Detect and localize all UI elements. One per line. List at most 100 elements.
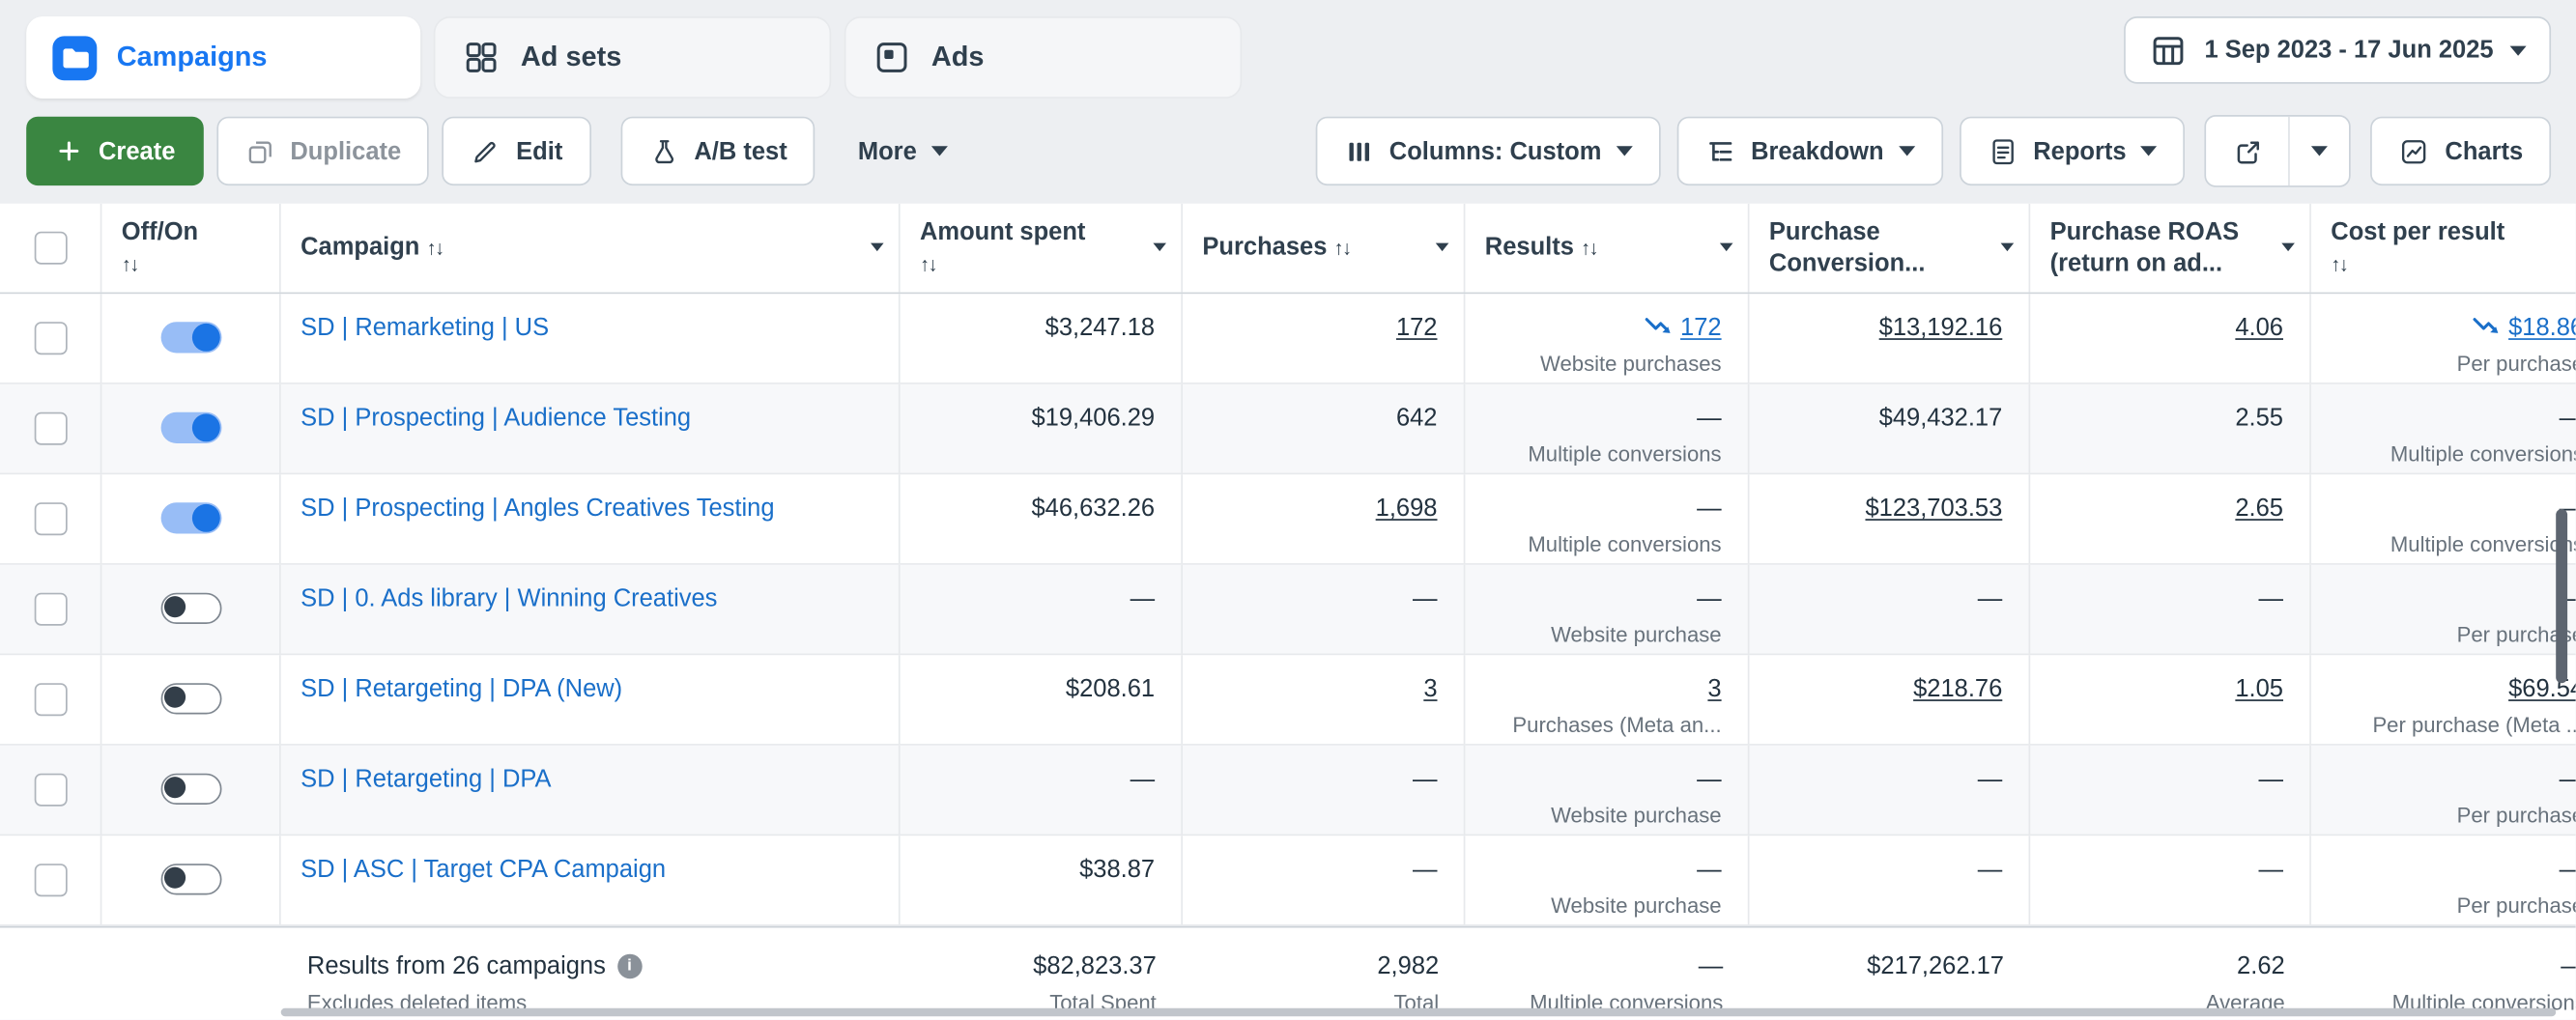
reports-button[interactable]: Reports xyxy=(1959,116,2186,186)
chevron-down-icon xyxy=(1898,146,1915,156)
header-amount-spent[interactable]: Amount spent ↑↓ xyxy=(901,203,1183,293)
results-type-label: Website purchase xyxy=(1551,622,1722,647)
cost-per-result-value: — xyxy=(2311,490,2576,527)
campaign-toggle[interactable] xyxy=(159,322,221,354)
info-icon[interactable]: i xyxy=(616,953,643,979)
export-menu-button[interactable] xyxy=(2291,117,2350,185)
header-results[interactable]: Results ↑↓ xyxy=(1465,203,1750,293)
chevron-down-icon[interactable] xyxy=(1435,242,1449,252)
columns-button[interactable]: Columns: Custom xyxy=(1315,116,1661,186)
charts-icon xyxy=(2402,139,2427,163)
toggle-knob xyxy=(191,503,219,532)
chevron-down-icon xyxy=(931,146,949,156)
roas-value[interactable]: 4.06 xyxy=(2235,314,2283,342)
purchase-conversion-value[interactable]: $13,192.16 xyxy=(1879,314,2003,342)
header-off-on[interactable]: Off/On ↑↓ xyxy=(101,203,281,293)
ads-icon xyxy=(876,42,907,72)
cost-per-result-value[interactable]: $18.86 xyxy=(2508,314,2576,342)
amount-spent-value: — xyxy=(1130,765,1156,794)
campaign-name-link[interactable]: SD | Prospecting | Audience Testing xyxy=(301,404,691,432)
row-checkbox[interactable] xyxy=(33,773,67,807)
tab-campaigns[interactable]: Campaigns xyxy=(26,16,421,99)
row-checkbox[interactable] xyxy=(33,411,67,445)
breakdown-label: Breakdown xyxy=(1751,136,1884,165)
campaign-toggle[interactable] xyxy=(159,683,221,715)
cost-per-result-value: — xyxy=(2311,580,2576,617)
row-checkbox[interactable] xyxy=(33,592,67,626)
header-select-all[interactable] xyxy=(0,203,102,293)
columns-label: Columns: Custom xyxy=(1388,136,1602,165)
row-checkbox[interactable] xyxy=(33,864,67,897)
row-checkbox[interactable] xyxy=(33,683,67,717)
header-purchase-conversion[interactable]: Purchase Conversion... xyxy=(1750,203,2031,293)
edit-button[interactable]: Edit xyxy=(442,116,591,186)
row-checkbox[interactable] xyxy=(33,502,67,536)
campaign-name-link[interactable]: SD | Retargeting | DPA (New) xyxy=(301,675,622,703)
trend-down-icon xyxy=(1645,318,1671,333)
campaign-toggle[interactable] xyxy=(159,864,221,895)
cost-per-result-label: Per purchase xyxy=(2456,803,2576,828)
campaign-name-link[interactable]: SD | Prospecting | Angles Creatives Test… xyxy=(301,495,774,523)
breakdown-button[interactable]: Breakdown xyxy=(1676,116,1943,186)
chevron-down-icon xyxy=(1616,146,1633,156)
chevron-down-icon[interactable] xyxy=(871,242,884,252)
results-value: — xyxy=(1697,584,1722,613)
campaign-toggle[interactable] xyxy=(159,411,221,443)
cost-per-result-label: Per purchase xyxy=(2456,351,2576,377)
campaign-name-link[interactable]: SD | Remarketing | US xyxy=(301,314,549,342)
create-button[interactable]: Create xyxy=(26,116,204,186)
campaign-toggle[interactable] xyxy=(159,592,221,624)
charts-button[interactable]: Charts xyxy=(2370,116,2552,186)
toolbar: Create Duplicate Edit A/B test More Colu… xyxy=(26,115,2552,187)
vertical-scrollbar[interactable] xyxy=(2556,509,2568,684)
table-header-row: Off/On ↑↓ Campaign ↑↓ Amount spent ↑↓ Purc… xyxy=(0,203,2576,295)
campaign-name-link[interactable]: SD | Retargeting | DPA xyxy=(301,765,551,793)
purchase-conversion-value[interactable]: $123,703.53 xyxy=(1865,495,2002,523)
horizontal-scrollbar[interactable] xyxy=(280,1007,2557,1017)
more-button[interactable]: More xyxy=(832,117,975,185)
chevron-down-icon xyxy=(2311,146,2329,156)
roas-value[interactable]: 1.05 xyxy=(2235,675,2283,703)
duplicate-button[interactable]: Duplicate xyxy=(215,116,430,186)
reports-label: Reports xyxy=(2033,136,2127,165)
sort-icon[interactable]: ↑↓ xyxy=(122,249,198,280)
tab-ads[interactable]: Ads xyxy=(844,16,1243,99)
total-spent-value: $82,823.37 xyxy=(1033,952,1157,980)
chevron-down-icon[interactable] xyxy=(2281,242,2295,252)
chevron-down-icon[interactable] xyxy=(1719,242,1733,252)
sort-icon[interactable]: ↑↓ xyxy=(920,249,1085,280)
purchases-value[interactable]: 1,698 xyxy=(1376,495,1438,523)
toggle-knob xyxy=(163,777,186,799)
total-roas-value: 2.62 xyxy=(2237,952,2285,980)
cost-per-result-label: Per purchase xyxy=(2456,622,2576,647)
header-purchase-roas[interactable]: Purchase ROAS (return on ad... xyxy=(2030,203,2311,293)
ab-test-button[interactable]: A/B test xyxy=(619,116,816,186)
tab-ad-sets[interactable]: Ad sets xyxy=(433,16,832,99)
header-campaign[interactable]: Campaign ↑↓ xyxy=(281,203,901,293)
campaign-toggle[interactable] xyxy=(159,502,221,534)
toggle-knob xyxy=(163,686,186,708)
campaign-name-link[interactable]: SD | ASC | Target CPA Campaign xyxy=(301,856,666,884)
sort-icon[interactable]: ↑↓ xyxy=(1581,237,1599,260)
header-purchases[interactable]: Purchases ↑↓ xyxy=(1183,203,1466,293)
header-cost-per-result[interactable]: Cost per result ↑↓ xyxy=(2311,204,2576,293)
date-range-picker[interactable]: 1 Sep 2023 - 17 Jun 2025 xyxy=(2124,16,2552,84)
chevron-down-icon[interactable] xyxy=(2000,242,2015,252)
sort-icon[interactable]: ↑↓ xyxy=(2331,249,2504,280)
row-checkbox[interactable] xyxy=(33,322,67,355)
purchase-conversion-value[interactable]: $218.76 xyxy=(1913,675,2002,703)
chevron-down-icon[interactable] xyxy=(1153,242,1166,252)
roas-value[interactable]: 2.65 xyxy=(2235,495,2283,523)
trend-down-icon xyxy=(2473,318,2499,333)
sort-icon[interactable]: ↑↓ xyxy=(426,237,444,260)
sort-icon[interactable]: ↑↓ xyxy=(1334,237,1353,260)
results-value[interactable]: 172 xyxy=(1680,314,1722,342)
campaign-name-link[interactable]: SD | 0. Ads library | Winning Creatives xyxy=(301,584,717,612)
purchases-value[interactable]: 172 xyxy=(1396,314,1438,342)
select-all-checkbox[interactable] xyxy=(33,231,67,265)
total-purchase-conversion-value: $217,262.17 xyxy=(1867,952,2004,980)
purchases-value[interactable]: 3 xyxy=(1423,675,1437,703)
export-button[interactable] xyxy=(2207,116,2291,186)
results-value[interactable]: 3 xyxy=(1707,675,1721,703)
campaign-toggle[interactable] xyxy=(159,773,221,805)
